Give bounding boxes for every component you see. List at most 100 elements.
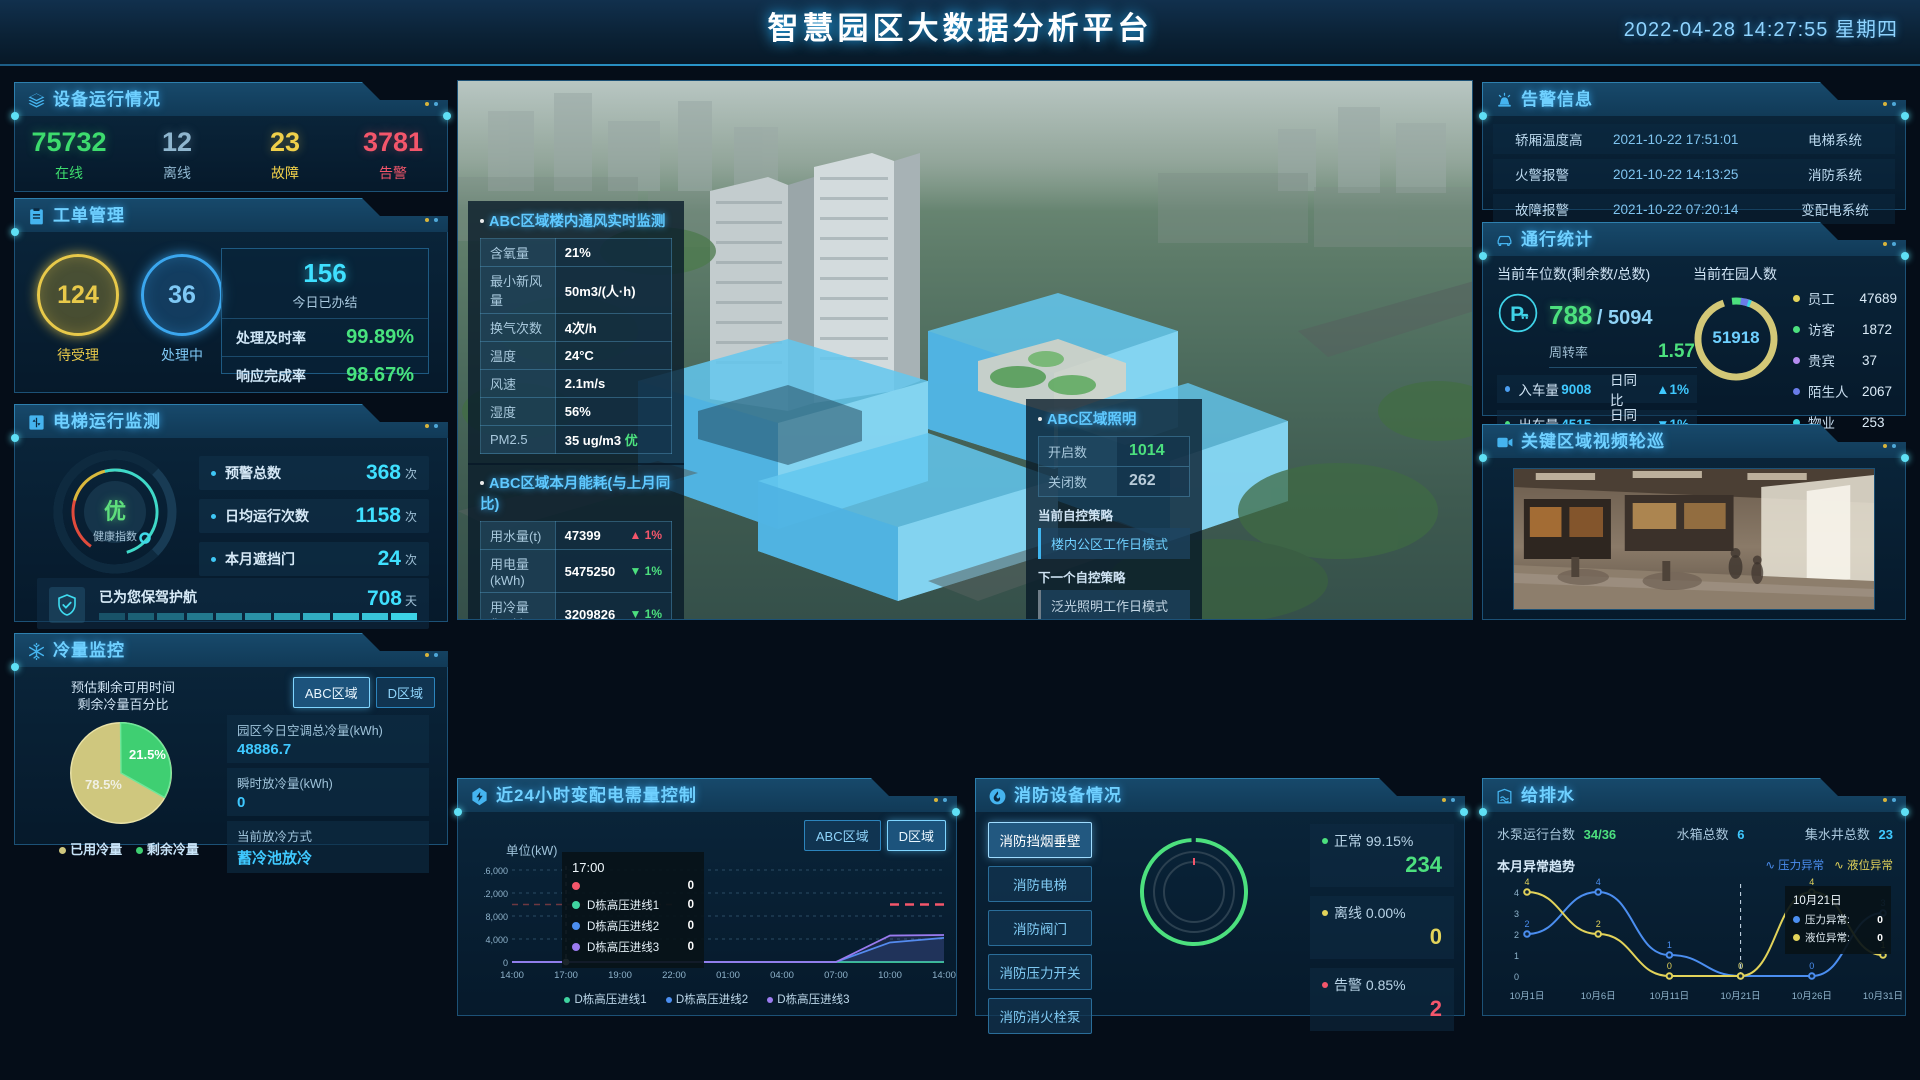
workorder-panel-body: 124 待受理 36 处理中 156 今日已办结 处理及时率 99.89% 响应… [11,228,448,393]
ventilation-row: 换气次数 4次/h [480,313,673,342]
energy-value: 5475250 ▼ 1% [554,549,673,593]
water-x-tick: 10月6日 [1580,991,1616,1002]
ventilation-key: 温度 [480,341,556,370]
lighting-value: 262 [1117,467,1189,496]
workorder-panel-header: 工单管理 [14,198,448,232]
power-area-tab[interactable]: ABC区域 [803,820,881,851]
workorder-rate-row: 处理及时率 99.89% [222,318,428,356]
fire-stat-value: 0 [1429,924,1442,949]
power-panel: 近24小时变配电需量控制 ABC区域 D区域 单位(kW) 0 4,000 8,000… [454,778,960,1016]
tooltip-series-value: 0 [1877,931,1883,944]
power-tooltip: 17:00 0 D栋高压进线1 0 D栋高压进线2 0 D栋高压进线3 0 [562,852,704,968]
corner-nub-left [11,663,19,671]
cold-used-pct: 78.5% [85,777,122,792]
water-tooltip-date: 10月21日 [1793,895,1842,907]
people-total: 51918 [1712,328,1760,347]
lighting-current-label: 当前自控策略 [1038,509,1114,523]
power-area-tab[interactable]: D区域 [886,820,946,851]
energy-table: 用水量(t) 47399 ▲ 1% 用电量(kWh) 5475250 ▼ 1% … [480,521,673,619]
alarm-panel-body: 轿厢温度高 2021-10-22 17:51:01 电梯系统 火警报警 2021… [1479,112,1909,224]
lighting-current-value: 楼内公区工作日模式 [1038,528,1190,559]
fire-stat-label: 正常 99.15% [1322,831,1442,851]
cold-panel: 冷量监控 预估剩余可用时间 剩余冷量百分比 ABC区域 D区域 21.5% 78.… [11,633,448,873]
power-x-tick: 14:00 [932,970,956,981]
parking-free: 788 [1549,300,1593,330]
device-stat: 3781 告警 [339,125,447,183]
cold-area-tab[interactable]: ABC区域 [292,677,370,708]
fire-device-button[interactable]: 消防挡烟垂壁 [988,822,1092,858]
traffic-panel: 通行统计 当前车位数(剩余数/总数) P 788 / 5094 周转率 1.57 [1479,222,1909,443]
clipboard-icon [27,207,46,226]
people-value: 37 [1862,352,1878,368]
layers-icon [27,91,46,110]
device-status-panel: 设备运行情况 75732 在线 12 离线 23 故障 3781 告警 [11,82,451,192]
power-panel-title: 近24小时变配电需量控制 [496,786,697,805]
flow-value: 9008 [1561,381,1592,397]
people-label: 陌生人 [1808,385,1849,400]
energy-key: 用电量(kWh) [480,549,556,593]
cold-subtitle-2: 剩余冷量百分比 [77,697,169,712]
ventilation-key: 最小新风量 [480,266,556,314]
cold-area-tab[interactable]: D区域 [375,677,435,708]
device-panel-header: 设备运行情况 [14,82,448,116]
water-panel: 给排水 水泵运行台数 34/36 水箱总数 6 集水井总数 23 本月异常趋势 ∿ … [1479,778,1909,1016]
fire-device-button[interactable]: 消防电梯 [988,866,1092,902]
park-3d-map[interactable]: ABC区域楼内通风实时监测 含氧量 21% 最小新风量 50m3/(人·h) 换… [457,80,1473,620]
ventilation-value: 56% [554,397,673,426]
water-top-value: 23 [1878,827,1893,842]
power-x-tick: 17:00 [554,970,578,981]
svg-text:2: 2 [1596,919,1601,929]
alarm-icon [1495,91,1514,110]
water-top-value: 34/36 [1583,827,1617,842]
ventilation-value: 4次/h [554,313,673,342]
svg-text:4: 4 [1596,878,1601,887]
corner-nub-right [952,808,960,816]
power-x-tick: 04:00 [770,970,794,981]
device-stat-value: 23 [269,126,301,157]
power-legend-item: D栋高压进线1 [564,994,647,1006]
cold-metric-value: 蓄冷池放冷 [237,850,313,867]
elevator-metric: 本月遮挡门 24 次 [199,542,429,576]
water-top-stat: 水箱总数 6 [1676,827,1745,842]
lighting-rows: 开启数 1014 关闭数 262 [1038,436,1190,497]
guard-label: 已为您保驾护航 [99,589,197,605]
alarm-time: 2021-10-22 17:51:01 [1613,131,1739,147]
traffic-flow-row: 入车量 9008 日同比 ▲1% [1497,373,1697,408]
elevator-metric-value: 1158 [355,504,401,527]
panel-dots [929,789,947,807]
people-label: 当前在园人数 [1693,266,1777,282]
lighting-next-label: 下一个自控策略 [1038,571,1126,585]
panel-dots [420,209,438,227]
alarm-system: 变配电系统 [1801,203,1869,218]
ventilation-row: 湿度 56% [480,397,673,426]
water-x-tick: 10月11日 [1649,991,1690,1002]
tooltip-series-value: 0 [687,880,694,892]
power-area-tabs[interactable]: ABC区域 D区域 [798,820,946,851]
alarm-time: 2021-10-22 14:13:25 [1613,166,1739,182]
fire-panel-body: 消防挡烟垂壁 消防电梯 消防阀门 消防压力开关 消防消火栓泵 正常 99.15% 234… [975,808,1468,1034]
power-x-tick: 14:00 [500,970,524,981]
video-feed[interactable] [1513,468,1875,610]
workorder-today: 156 今日已办结 [222,249,428,318]
water-x-tick: 10月26日 [1791,991,1832,1002]
svg-text:0: 0 [1809,961,1814,971]
cold-area-tabs[interactable]: ABC区域 D区域 [287,677,435,708]
fire-device-buttons[interactable]: 消防挡烟垂壁 消防电梯消防阀门消防压力开关 消防消火栓泵 [988,822,1092,1042]
water-x-tick: 10月21日 [1720,991,1761,1002]
health-gauge-label: 健康指数 [93,531,137,543]
ventilation-key: 换气次数 [480,313,556,342]
cold-metric-label: 园区今日空调总冷量(kWh) [237,724,383,738]
svg-text:0: 0 [1667,961,1672,971]
fire-device-button[interactable]: 消防阀门 [988,910,1092,946]
snowflake-icon [27,642,46,661]
fire-device-button[interactable]: 消防消火栓泵 [988,998,1092,1034]
panel-dots [420,644,438,662]
map-canvas[interactable]: ABC区域楼内通风实时监测 含氧量 21% 最小新风量 50m3/(人·h) 换… [457,80,1473,620]
elevator-metric-label: 日均运行次数 [225,508,309,524]
parking-label: 当前车位数(剩余数/总数) [1497,266,1651,282]
svg-text:4,000: 4,000 [485,935,508,945]
workorder-today-label: 今日已办结 [292,295,358,310]
cold-pie-chart: 21.5% 78.5% [63,715,179,836]
fire-device-button[interactable]: 消防压力开关 [988,954,1092,990]
alarm-name: 火警报警 [1515,168,1569,183]
